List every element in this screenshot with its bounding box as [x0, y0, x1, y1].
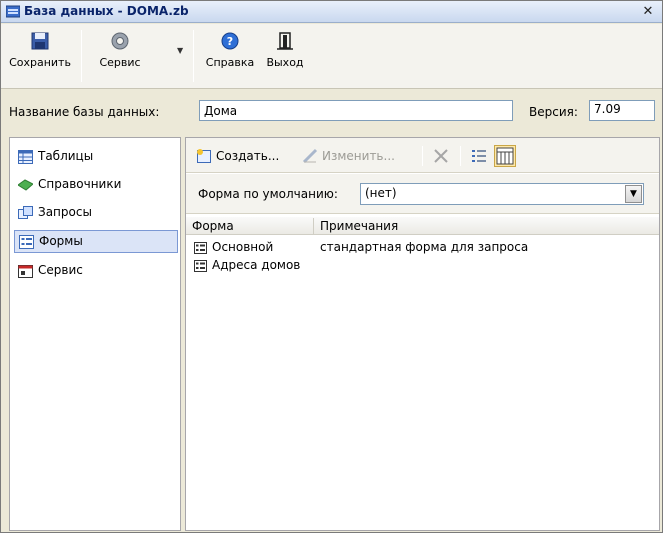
default-form-label: Форма по умолчанию:	[198, 187, 338, 201]
list-view-icon	[468, 150, 490, 170]
table-row[interactable]: Адреса домов	[186, 256, 659, 274]
help-button[interactable]: ? Справка	[197, 28, 263, 84]
toolbar-separator	[422, 146, 423, 166]
database-info-row: Название базы данных: Версия: 7.09	[1, 91, 662, 133]
form-icon	[19, 235, 34, 249]
database-window: База данных - DOMA.zb ✕ Сохранить Сервис…	[0, 0, 663, 533]
sidebar-item-queries[interactable]: Запросы	[14, 202, 178, 225]
exit-label: Выход	[266, 56, 304, 69]
title-bar: База данных - DOMA.zb ✕	[1, 1, 662, 23]
details-view-button[interactable]	[494, 145, 516, 167]
exit-button[interactable]: Выход	[259, 28, 311, 84]
sidebar-item-label: Запросы	[38, 205, 92, 219]
default-form-value: (нет)	[365, 186, 397, 200]
sidebar-item-tables[interactable]: Таблицы	[14, 146, 178, 169]
version-field: 7.09	[589, 100, 655, 121]
default-form-row: Форма по умолчанию: (нет) ▼	[186, 174, 659, 214]
service-label: Сервис	[99, 56, 141, 69]
details-view-icon	[495, 147, 515, 169]
help-icon: ?	[219, 30, 241, 52]
forms-list: Форма Примечания Основной стандартная фо…	[186, 217, 659, 530]
sidebar-item-forms[interactable]: Формы	[14, 230, 178, 253]
edit-button[interactable]: Изменить...	[300, 145, 395, 167]
list-view-button[interactable]	[468, 145, 490, 167]
query-icon	[18, 206, 33, 220]
sidebar-item-label: Справочники	[38, 177, 122, 191]
service-icon	[18, 264, 33, 278]
form-name-cell: Адреса домов	[194, 256, 300, 274]
create-button[interactable]: Создать...	[194, 145, 279, 167]
save-icon	[29, 30, 51, 52]
window-title: База данных - DOMA.zb	[24, 4, 189, 18]
service-button[interactable]: Сервис	[85, 28, 155, 84]
toolbar-separator	[81, 30, 82, 82]
form-icon	[194, 241, 207, 254]
sidebar-item-directories[interactable]: Справочники	[14, 174, 178, 197]
form-icon	[194, 259, 207, 272]
save-label: Сохранить	[9, 56, 71, 69]
help-label: Справка	[205, 56, 255, 69]
database-name-input[interactable]	[199, 100, 513, 121]
chevron-down-icon[interactable]: ▼	[625, 185, 642, 203]
main-toolbar: Сохранить Сервис ▼ ? Справка Выход	[1, 24, 662, 89]
column-header-form[interactable]: Форма	[186, 218, 314, 234]
form-name: Адреса домов	[212, 258, 301, 272]
sidebar-item-service[interactable]: Сервис	[14, 260, 178, 283]
form-note: стандартная форма для запроса	[320, 240, 529, 254]
book-icon	[17, 178, 34, 192]
column-header-notes[interactable]: Примечания	[314, 218, 659, 234]
edit-label: Изменить...	[322, 149, 395, 163]
toolbar-separator	[460, 146, 461, 166]
exit-icon	[274, 30, 296, 52]
table-row[interactable]: Основной стандартная форма для запроса	[186, 238, 659, 256]
sidebar-item-label: Сервис	[38, 263, 83, 277]
gear-icon	[109, 30, 131, 52]
delete-icon	[430, 149, 452, 170]
forms-pane: Создать... Изменить... Форма по умолчани…	[185, 137, 660, 531]
sidebar-item-label: Таблицы	[38, 149, 94, 163]
database-app-icon	[5, 5, 21, 18]
version-label: Версия:	[529, 105, 578, 119]
table-icon	[18, 150, 33, 164]
sidebar-item-label: Формы	[39, 234, 83, 248]
database-name-label: Название базы данных:	[9, 105, 160, 119]
form-name: Основной	[212, 240, 274, 254]
default-form-select[interactable]: (нет) ▼	[360, 183, 644, 205]
form-name-cell: Основной	[194, 238, 273, 256]
svg-text:?: ?	[227, 35, 233, 48]
edit-icon	[302, 148, 318, 164]
save-button[interactable]: Сохранить	[5, 28, 75, 84]
delete-button[interactable]	[430, 145, 452, 167]
create-label: Создать...	[216, 149, 280, 163]
toolbar-separator	[193, 30, 194, 82]
object-type-sidebar: Таблицы Справочники Запросы Формы Сервис	[9, 137, 181, 531]
forms-toolbar: Создать... Изменить...	[186, 138, 659, 173]
new-form-icon	[196, 148, 212, 164]
close-button[interactable]: ✕	[640, 4, 656, 19]
list-header: Форма Примечания	[186, 217, 659, 235]
chevron-down-icon[interactable]: ▼	[177, 46, 183, 55]
